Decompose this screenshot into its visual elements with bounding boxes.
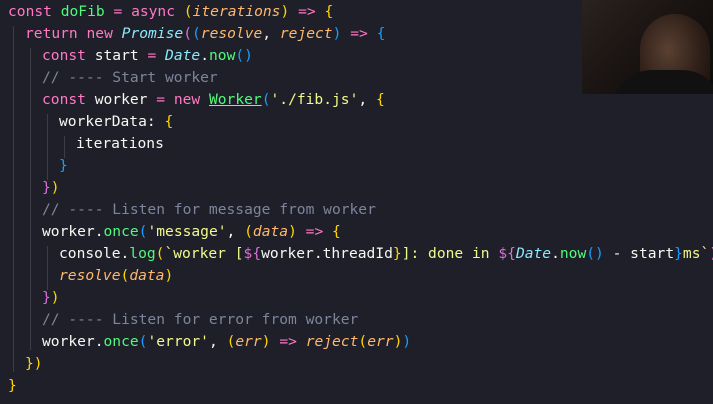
code-line[interactable]: // ---- Listen for error from worker bbox=[8, 309, 358, 331]
code-line[interactable]: resolve(data) bbox=[8, 265, 173, 287]
code-line[interactable]: const worker = new Worker('./fib.js', { bbox=[8, 89, 385, 111]
code-line[interactable]: worker.once('message', (data) => { bbox=[8, 221, 341, 243]
code-line[interactable]: } bbox=[8, 155, 68, 177]
code-line[interactable]: const doFib = async (iterations) => { bbox=[8, 1, 333, 23]
code-line[interactable]: const start = Date.now() bbox=[8, 45, 253, 67]
code-line[interactable]: }) bbox=[8, 353, 43, 375]
code-line[interactable]: } bbox=[8, 375, 17, 397]
code-line[interactable]: }) bbox=[8, 177, 60, 199]
webcam-overlay bbox=[582, 0, 713, 94]
code-line[interactable]: iterations bbox=[8, 133, 164, 155]
presenter-shoulder bbox=[612, 70, 713, 94]
code-line[interactable]: console.log(`worker [${worker.threadId}]… bbox=[8, 243, 713, 265]
code-line[interactable]: // ---- Start worker bbox=[8, 67, 218, 89]
code-line[interactable]: return new Promise((resolve, reject) => … bbox=[8, 23, 385, 45]
code-line[interactable]: // ---- Listen for message from worker bbox=[8, 199, 376, 221]
code-line[interactable]: }) bbox=[8, 287, 60, 309]
code-line[interactable]: worker.once('error', (err) => reject(err… bbox=[8, 331, 411, 353]
code-line[interactable]: workerData: { bbox=[8, 111, 173, 133]
